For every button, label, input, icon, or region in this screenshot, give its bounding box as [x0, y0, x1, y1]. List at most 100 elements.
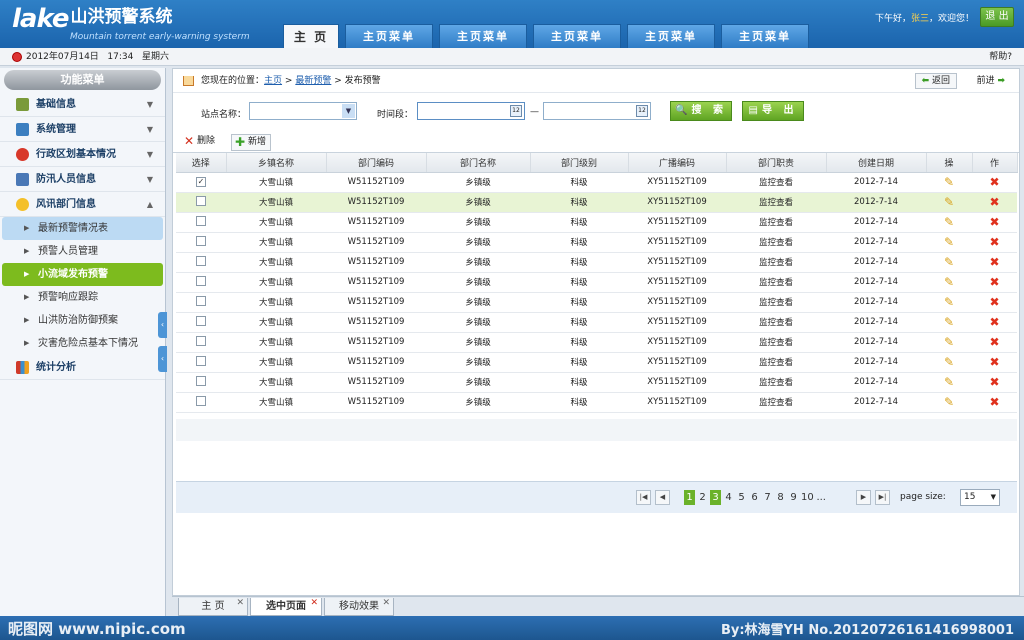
row-checkbox[interactable] — [196, 235, 206, 246]
row-checkbox[interactable] — [196, 375, 206, 386]
delete-icon[interactable]: ✖ — [989, 215, 999, 229]
pencil-icon[interactable]: ✎ — [944, 275, 954, 289]
row-checkbox[interactable]: ✓ — [196, 177, 206, 187]
table-row[interactable]: 大雪山镇 W51152T109 乡镇级 科级 XY51152T109 监控查看 2012-7… — [176, 192, 1017, 213]
table-row[interactable]: 大雪山镇 W51152T109 乡镇级 科级 XY51152T109 监控查看 2012-7… — [176, 292, 1017, 313]
collapse-sidebar-handle[interactable]: ‹ — [158, 312, 167, 338]
breadcrumb-home-link[interactable]: 主页 — [264, 76, 282, 86]
pencil-icon[interactable]: ✎ — [944, 315, 954, 329]
table-row[interactable]: 大雪山镇 W51152T109 乡镇级 科级 XY51152T109 监控查看 2012-7… — [176, 312, 1017, 333]
table-row[interactable]: ✓ 大雪山镇 W51152T109 乡镇级 科级 XY51152T109 监控查看 2012-… — [176, 172, 1017, 193]
pencil-icon[interactable]: ✎ — [944, 295, 954, 309]
table-row[interactable]: 大雪山镇 W51152T109 乡镇级 科级 XY51152T109 监控查看 2012-7… — [176, 332, 1017, 353]
table-row[interactable]: 大雪山镇 W51152T109 乡镇级 科级 XY51152T109 监控查看 2012-7… — [176, 272, 1017, 293]
sidebar-subitem-defense-plan[interactable]: ▶ 山洪防治防御预案 — [2, 309, 163, 332]
delete-icon[interactable]: ✖ — [989, 195, 999, 209]
page-tab-motion[interactable]: 移动效果 ✕ — [324, 598, 394, 616]
delete-icon[interactable]: ✖ — [989, 235, 999, 249]
breadcrumb-section-link[interactable]: 最新预警 — [295, 76, 331, 86]
delete-icon[interactable]: ✖ — [989, 355, 999, 369]
nav-tab-home[interactable]: 主 页 — [283, 24, 339, 48]
pencil-icon[interactable]: ✎ — [944, 215, 954, 229]
sidebar-item-statistics[interactable]: 统计分析 — [0, 355, 165, 380]
delete-icon[interactable]: ✖ — [989, 295, 999, 309]
row-checkbox[interactable] — [196, 255, 206, 266]
close-icon[interactable]: ✕ — [310, 595, 318, 612]
table-row[interactable]: 大雪山镇 W51152T109 乡镇级 科级 XY51152T109 监控查看 2012-7… — [176, 392, 1017, 413]
page-number[interactable]: 7 — [762, 490, 773, 505]
page-number[interactable]: 3 — [710, 490, 721, 505]
page-number[interactable]: 1 — [684, 490, 695, 505]
sidebar-item-personnel[interactable]: 防汛人员信息 ▼ — [0, 167, 165, 192]
nav-tab-menu[interactable]: 主页菜单 — [345, 24, 433, 48]
sidebar-subitem-response-tracking[interactable]: ▶ 预警响应跟踪 — [2, 286, 163, 309]
pencil-icon[interactable]: ✎ — [944, 175, 954, 189]
sidebar-subitem-warning-staff[interactable]: ▶ 预警人员管理 — [2, 240, 163, 263]
column-header[interactable]: 广播编码 — [628, 153, 727, 173]
sidebar-item-basic-info[interactable]: 基础信息 ▼ — [0, 92, 165, 117]
row-checkbox[interactable] — [196, 215, 206, 226]
pencil-icon[interactable]: ✎ — [944, 335, 954, 349]
collapse-sidebar-handle[interactable]: ‹ — [158, 346, 167, 372]
sidebar-item-system[interactable]: 系统管理 ▼ — [0, 117, 165, 142]
column-header[interactable]: 乡镇名称 — [226, 153, 327, 173]
page-number[interactable]: 9 — [788, 490, 799, 505]
pencil-icon[interactable]: ✎ — [944, 195, 954, 209]
column-header[interactable]: 创建日期 — [826, 153, 927, 173]
row-checkbox[interactable] — [196, 315, 206, 326]
page-size-select[interactable]: 15 ▼ — [960, 489, 1000, 506]
nav-tab-menu[interactable]: 主页菜单 — [627, 24, 715, 48]
user-name[interactable]: 张三 — [911, 14, 929, 24]
row-checkbox[interactable] — [196, 395, 206, 406]
close-icon[interactable]: ✕ — [382, 595, 390, 612]
start-date-field[interactable]: 12 — [417, 102, 525, 120]
page-number[interactable]: 8 — [775, 490, 786, 505]
page-number[interactable]: 2 — [697, 490, 708, 505]
page-number[interactable]: 5 — [736, 490, 747, 505]
station-select[interactable]: ▼ — [249, 102, 357, 120]
column-header[interactable]: 部门名称 — [426, 153, 531, 173]
pencil-icon[interactable]: ✎ — [944, 375, 954, 389]
nav-tab-menu[interactable]: 主页菜单 — [533, 24, 621, 48]
column-header[interactable]: 选择 — [176, 153, 227, 173]
delete-icon[interactable]: ✖ — [989, 395, 999, 409]
column-header[interactable]: 部门级别 — [530, 153, 629, 173]
search-button[interactable]: 🔍搜 索 — [670, 101, 732, 121]
delete-icon[interactable]: ✖ — [989, 335, 999, 349]
row-checkbox[interactable] — [196, 275, 206, 286]
page-tab-home[interactable]: 主 页 ✕ — [178, 598, 248, 616]
nav-tab-menu[interactable]: 主页菜单 — [721, 24, 809, 48]
nav-tab-menu[interactable]: 主页菜单 — [439, 24, 527, 48]
next-page-button[interactable]: ▶ — [856, 490, 871, 505]
row-checkbox[interactable] — [196, 335, 206, 346]
table-row[interactable]: 大雪山镇 W51152T109 乡镇级 科级 XY51152T109 监控查看 2012-7… — [176, 372, 1017, 393]
delete-icon[interactable]: ✖ — [989, 255, 999, 269]
delete-icon[interactable]: ✖ — [989, 175, 999, 189]
sidebar-subitem-danger-points[interactable]: ▶ 灾害危险点基本下情况 — [2, 332, 163, 355]
prev-page-button[interactable]: ◀ — [655, 490, 670, 505]
back-button[interactable]: ⬅ 返回 — [914, 73, 957, 89]
row-checkbox[interactable] — [196, 355, 206, 366]
row-checkbox[interactable] — [196, 295, 206, 306]
add-button[interactable]: ✚ 新增 — [231, 134, 272, 151]
logout-button[interactable]: 退 出 — [980, 7, 1014, 27]
delete-icon[interactable]: ✖ — [989, 275, 999, 289]
delete-icon[interactable]: ✖ — [989, 375, 999, 389]
last-page-button[interactable]: ▶| — [875, 490, 890, 505]
sidebar-item-district[interactable]: 行政区划基本情况 ▼ — [0, 142, 165, 167]
delete-icon[interactable]: ✖ — [989, 315, 999, 329]
help-link[interactable]: 帮助? — [989, 48, 1012, 66]
page-tab-selected[interactable]: 选中页面 ✕ — [250, 598, 322, 616]
column-header[interactable]: 部门编码 — [326, 153, 427, 173]
first-page-button[interactable]: |◀ — [636, 490, 651, 505]
column-header[interactable]: 部门职责 — [726, 153, 827, 173]
export-button[interactable]: ▤导 出 — [742, 101, 804, 121]
sidebar-subitem-publish-warning[interactable]: ▶ 小流域发布预警 — [2, 263, 163, 286]
forward-button[interactable]: 前进 ➡ — [977, 69, 1005, 93]
pencil-icon[interactable]: ✎ — [944, 355, 954, 369]
sidebar-item-departments[interactable]: 风讯部门信息 ▲ — [0, 192, 165, 217]
delete-button[interactable]: ✕ 删除 — [181, 134, 215, 151]
table-row[interactable]: 大雪山镇 W51152T109 乡镇级 科级 XY51152T109 监控查看 2012-7… — [176, 212, 1017, 233]
table-row[interactable]: 大雪山镇 W51152T109 乡镇级 科级 XY51152T109 监控查看 2012-7… — [176, 232, 1017, 253]
table-row[interactable]: 大雪山镇 W51152T109 乡镇级 科级 XY51152T109 监控查看 2012-7… — [176, 352, 1017, 373]
